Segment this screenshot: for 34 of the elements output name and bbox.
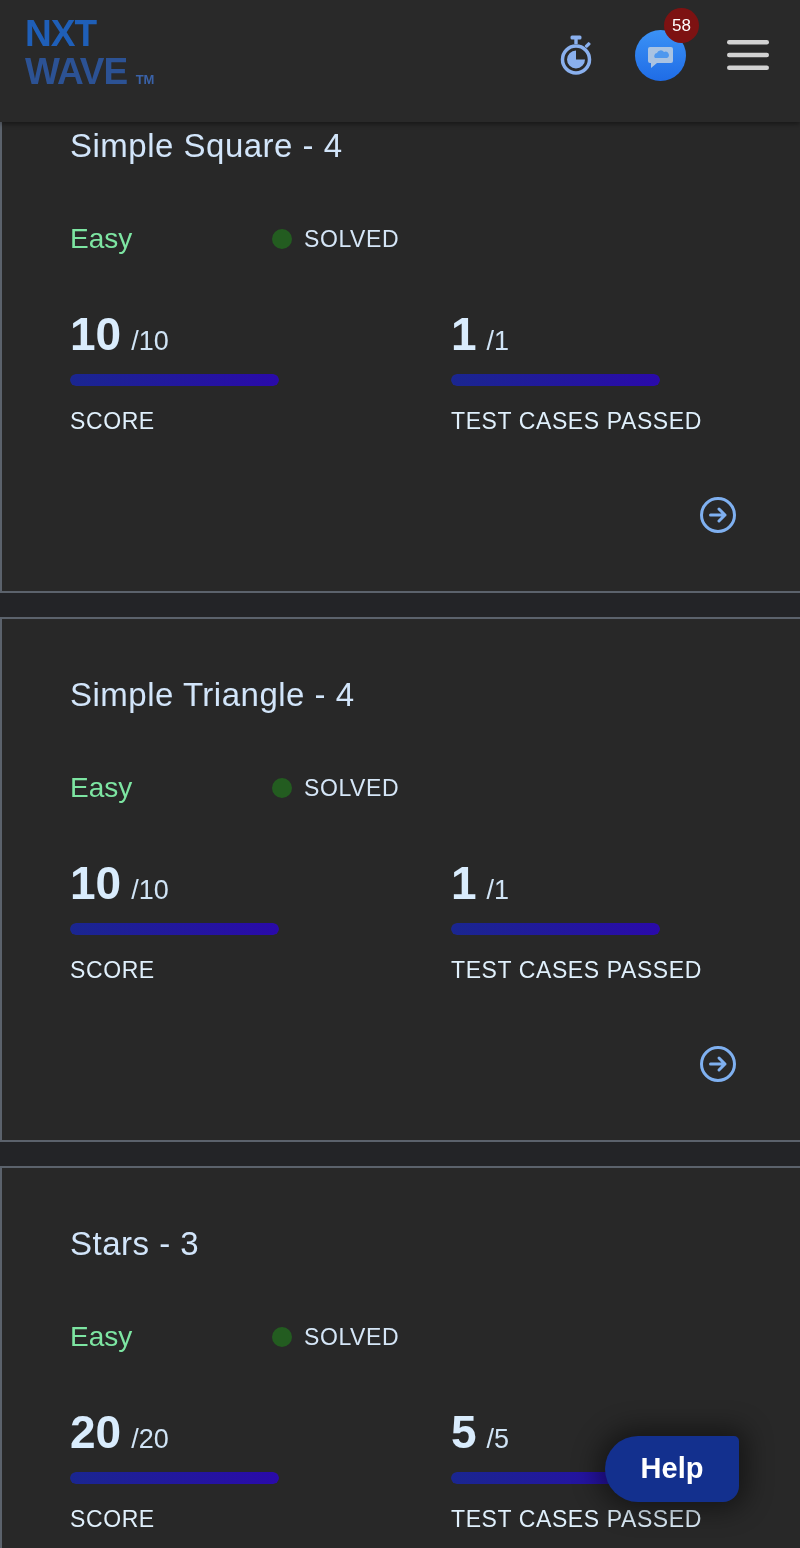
stopwatch-icon[interactable] <box>558 35 594 75</box>
metric-label: SCORE <box>70 408 156 434</box>
metric-total: /20 <box>131 1424 169 1454</box>
metric-label: TEST CASES PASSED <box>451 408 703 434</box>
notification-badge: 58 <box>664 7 699 43</box>
help-button[interactable]: Help <box>605 1436 739 1502</box>
arrow-right-circle-icon[interactable] <box>700 1046 736 1082</box>
status-label: SOLVED <box>304 1323 400 1352</box>
metric-label: SCORE <box>70 957 156 983</box>
status-label: SOLVED <box>304 774 400 803</box>
metric-value: 10 <box>70 860 122 906</box>
problem-title: Simple Square - 4 <box>70 127 344 164</box>
difficulty-label: Easy <box>70 223 134 255</box>
chat-icon[interactable] <box>635 29 686 81</box>
problem-title: Stars - 3 <box>70 1225 201 1262</box>
metric-total: /1 <box>486 326 510 356</box>
arrow-right-circle-icon[interactable] <box>700 497 736 533</box>
difficulty-label: Easy <box>70 772 134 804</box>
metric-total: /10 <box>131 326 169 356</box>
metric-total: /10 <box>131 875 169 905</box>
metric-value: 10 <box>70 311 122 357</box>
metric-value: 5 <box>451 1409 477 1455</box>
metric-label: TEST CASES PASSED <box>451 1506 703 1532</box>
metric-value: 1 <box>451 311 477 357</box>
metric-total: /5 <box>486 1424 510 1454</box>
problem-title: Simple Triangle - 4 <box>70 676 356 713</box>
metric-total: /1 <box>486 875 510 905</box>
metric-value: 1 <box>451 860 477 906</box>
difficulty-label: Easy <box>70 1321 134 1353</box>
metric-label: SCORE <box>70 1506 156 1532</box>
metric-label: TEST CASES PASSED <box>451 957 703 983</box>
metric-value: 20 <box>70 1409 122 1455</box>
status-label: SOLVED <box>304 225 400 254</box>
menu-icon[interactable] <box>727 40 769 70</box>
